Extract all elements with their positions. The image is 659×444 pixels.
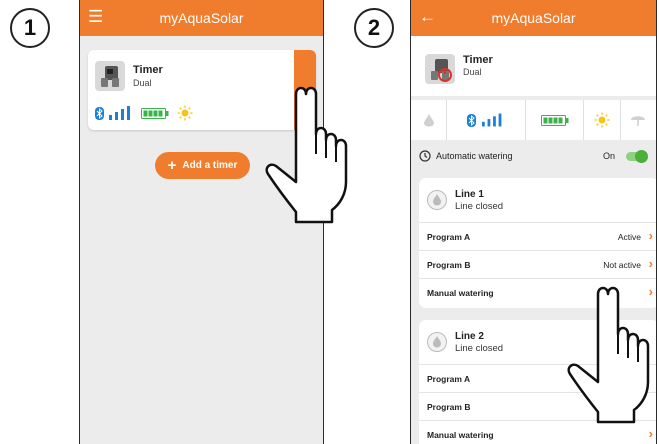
battery-icon	[141, 108, 169, 119]
water-drop-icon	[423, 114, 434, 127]
automatic-watering-state: On	[602, 151, 615, 161]
device-type: Dual	[133, 78, 152, 88]
chevron-right-icon: ›	[648, 426, 653, 441]
device-status-bar	[411, 100, 656, 140]
bluetooth-icon	[466, 113, 476, 127]
row-label: Manual watering	[427, 288, 494, 298]
device-header: Timer Dual	[411, 36, 656, 96]
line-1-program-b-row[interactable]: Program B Not active ›	[419, 250, 656, 279]
chevron-right-icon: ›	[648, 256, 653, 271]
device-name: Timer	[133, 64, 163, 76]
battery-icon	[540, 114, 569, 126]
line-1-name: Line 1	[455, 189, 484, 200]
app-title: myAquaSolar	[159, 10, 244, 26]
hand-pointer-icon	[567, 286, 650, 424]
device-status-row	[95, 105, 245, 121]
row-label: Manual watering	[427, 430, 494, 440]
water-drop-icon	[427, 190, 447, 210]
row-label: Program B	[427, 260, 471, 270]
device-name: Timer	[463, 54, 493, 66]
line-1-program-a-row[interactable]: Program A Active ›	[419, 222, 656, 251]
bluetooth-icon	[95, 107, 104, 120]
row-label: Program A	[427, 374, 471, 384]
status-cell-battery	[526, 100, 585, 140]
line-1-header[interactable]: Line 1 Line closed	[419, 178, 656, 222]
sun-icon	[177, 105, 193, 121]
step-2-marker: 2	[354, 8, 394, 48]
add-timer-label: Add a timer	[182, 160, 238, 171]
timer-device-icon	[95, 61, 125, 91]
sun-icon	[594, 112, 610, 128]
line-1-status: Line closed	[455, 201, 504, 212]
step-1-marker: 1	[10, 8, 50, 48]
row-value: Not active	[603, 260, 641, 270]
app-bar: ☰ myAquaSolar	[80, 0, 323, 36]
chevron-right-icon: ›	[648, 228, 653, 243]
row-value: Active	[617, 232, 641, 242]
hand-pointer-icon	[265, 86, 348, 224]
clock-icon	[419, 150, 431, 162]
signal-strength-icon	[109, 106, 130, 120]
app-bar: ← myAquaSolar	[411, 0, 656, 36]
automatic-watering-row: Automatic watering On	[419, 150, 648, 166]
device-type: Dual	[463, 67, 482, 77]
line-2-status: Line closed	[455, 343, 504, 354]
status-cell-water	[411, 100, 448, 140]
signal-strength-icon	[481, 113, 502, 127]
row-label: Program B	[427, 402, 471, 412]
status-cell-rain	[621, 100, 656, 140]
timer-device-icon	[425, 54, 455, 84]
umbrella-icon	[631, 116, 646, 126]
plus-icon: +	[167, 157, 177, 174]
add-timer-button[interactable]: + Add a timer	[155, 152, 250, 179]
automatic-watering-label: Automatic watering	[436, 151, 513, 161]
automatic-watering-toggle[interactable]	[626, 150, 648, 163]
water-drop-icon	[427, 332, 447, 352]
app-title: myAquaSolar	[491, 10, 576, 26]
row-label: Program A	[427, 232, 471, 242]
line-2-name: Line 2	[455, 331, 484, 342]
status-cell-connectivity	[447, 100, 527, 140]
status-cell-sun	[584, 100, 621, 140]
